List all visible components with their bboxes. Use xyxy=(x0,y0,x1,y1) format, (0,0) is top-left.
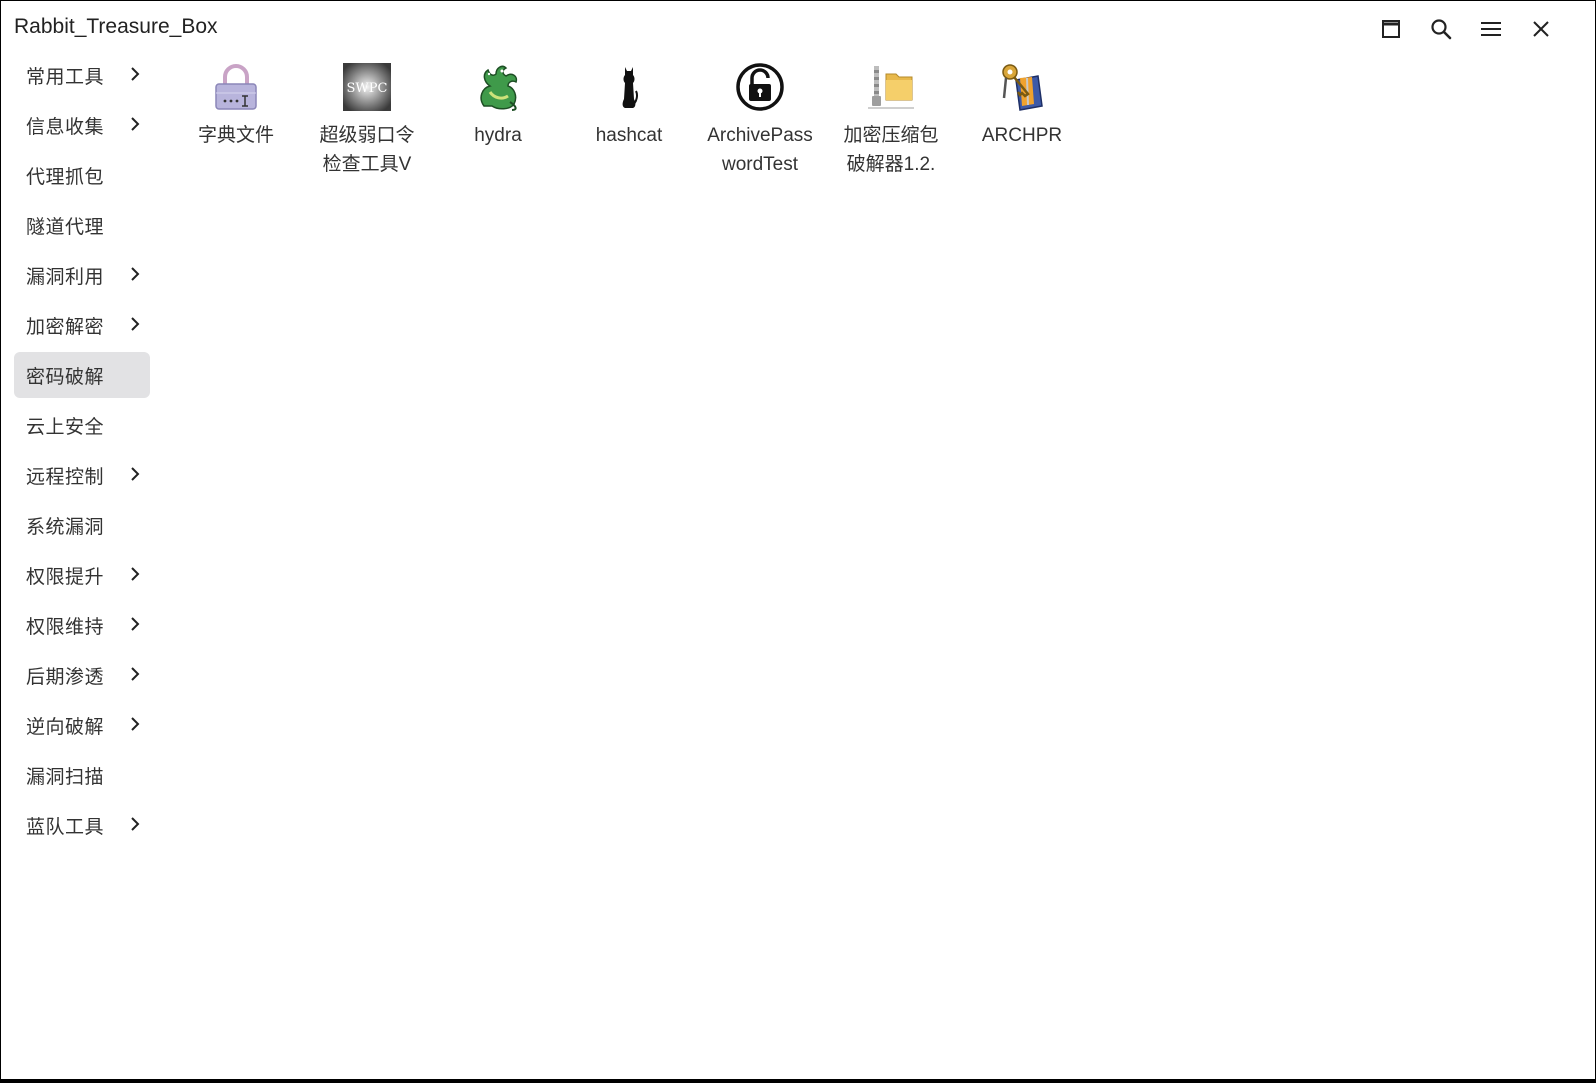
tool-grid: 字典文件 SWPC 超级弱口令检查工具V hydra hashcat Archi… xyxy=(181,61,1595,1079)
tool-label: 超级弱口令检查工具V xyxy=(319,125,415,175)
close-button[interactable] xyxy=(1523,11,1559,47)
zip-folder-icon xyxy=(865,61,917,113)
tool-tile-archive-password-test[interactable]: ArchivePasswordTest xyxy=(700,61,820,179)
chevron-right-icon xyxy=(131,267,140,281)
tool-tile-hashcat[interactable]: hashcat xyxy=(569,61,689,150)
window-title: Rabbit_Treasure_Box xyxy=(14,15,218,38)
tool-label: hydra xyxy=(474,125,522,146)
chevron-right-icon xyxy=(131,567,140,581)
sidebar-item-post-exploitation[interactable]: 后期渗透 xyxy=(14,652,150,698)
tool-tile-hydra[interactable]: hydra xyxy=(438,61,558,150)
chevron-right-icon xyxy=(131,67,140,81)
sidebar-item-label: 漏洞利用 xyxy=(26,265,105,288)
tool-label: 字典文件 xyxy=(197,125,274,146)
sidebar-item-label: 系统漏洞 xyxy=(26,515,105,538)
menu-button[interactable] xyxy=(1473,11,1509,47)
sidebar-item-vuln-scanning[interactable]: 漏洞扫描 xyxy=(14,752,150,798)
hashcat-cat-icon xyxy=(603,61,655,113)
chevron-right-icon xyxy=(131,667,140,681)
search-button[interactable] xyxy=(1423,11,1459,47)
close-icon xyxy=(1533,21,1549,37)
sidebar-item-info-gathering[interactable]: 信息收集 xyxy=(14,102,150,148)
unlocked-padlock-icon xyxy=(734,61,786,113)
hamburger-menu-icon xyxy=(1481,22,1501,36)
chevron-right-icon xyxy=(131,317,140,331)
sidebar-item-common-tools[interactable]: 常用工具 xyxy=(14,52,150,98)
sidebar-item-proxy-capture[interactable]: 代理抓包 xyxy=(14,152,150,198)
maximize-icon xyxy=(1382,20,1400,38)
tool-label: ArchivePasswordTest xyxy=(707,125,813,175)
tool-label: hashcat xyxy=(595,125,663,146)
sidebar-item-label: 后期渗透 xyxy=(26,665,105,688)
search-icon xyxy=(1431,19,1452,40)
chevron-right-icon xyxy=(131,617,140,631)
sidebar-item-tunnel-proxy[interactable]: 隧道代理 xyxy=(14,202,150,248)
chevron-right-icon xyxy=(131,717,140,731)
sidebar-item-label: 代理抓包 xyxy=(26,165,105,188)
sidebar-item-label: 加密解密 xyxy=(26,315,105,338)
sidebar-item-label: 逆向破解 xyxy=(26,715,105,738)
sidebar-item-privilege-escalation[interactable]: 权限提升 xyxy=(14,552,150,598)
sidebar-item-label: 信息收集 xyxy=(26,115,105,138)
tool-tile-swpc[interactable]: SWPC 超级弱口令检查工具V xyxy=(307,61,427,179)
sidebar-item-label: 云上安全 xyxy=(26,415,105,438)
archpr-keys-icon xyxy=(996,61,1048,113)
tool-label: ARCHPR xyxy=(981,125,1063,146)
sidebar-item-reverse-engineering[interactable]: 逆向破解 xyxy=(14,702,150,748)
sidebar-item-crypto[interactable]: 加密解密 xyxy=(14,302,150,348)
sidebar-item-exploits[interactable]: 漏洞利用 xyxy=(14,252,150,298)
sidebar-item-label: 密码破解 xyxy=(26,365,105,388)
sidebar-item-label: 常用工具 xyxy=(26,65,105,88)
chevron-right-icon xyxy=(131,817,140,831)
sidebar-item-system-vulns[interactable]: 系统漏洞 xyxy=(14,502,150,548)
sidebar-item-blue-team[interactable]: 蓝队工具 xyxy=(14,802,150,848)
sidebar-nav: 常用工具 信息收集 代理抓包 隧道代理 漏洞利用 加密解密 密码破解 云上安全 … xyxy=(14,52,150,852)
swpc-icon-text: SWPC xyxy=(347,81,388,96)
hydra-dragon-icon xyxy=(472,61,524,113)
tool-tile-zip-cracker[interactable]: 加密压缩包破解器1.2. xyxy=(831,61,951,179)
sidebar-item-cloud-security[interactable]: 云上安全 xyxy=(14,402,150,448)
sidebar-item-label: 隧道代理 xyxy=(26,215,105,238)
sidebar-item-label: 权限维持 xyxy=(26,615,105,638)
chevron-right-icon xyxy=(131,467,140,481)
tool-tile-archpr[interactable]: ARCHPR xyxy=(962,61,1082,150)
sidebar-item-label: 远程控制 xyxy=(26,465,105,488)
sidebar-item-password-cracking[interactable]: 密码破解 xyxy=(14,352,150,398)
sidebar-item-label: 蓝队工具 xyxy=(26,815,105,838)
sidebar-item-persistence[interactable]: 权限维持 xyxy=(14,602,150,648)
app-window: Rabbit_Treasure_Box 常用工具 信息收集 代理抓包 隧道代理 … xyxy=(1,1,1595,1079)
swpc-icon: SWPC xyxy=(341,61,393,113)
sidebar-item-remote-control[interactable]: 远程控制 xyxy=(14,452,150,498)
sidebar-item-label: 漏洞扫描 xyxy=(26,765,105,788)
chevron-right-icon xyxy=(131,117,140,131)
title-bar: Rabbit_Treasure_Box xyxy=(1,1,1595,57)
maximize-button[interactable] xyxy=(1373,11,1409,47)
tool-tile-dictionary[interactable]: 字典文件 xyxy=(176,61,296,150)
padlock-dictionary-icon xyxy=(210,61,262,113)
tool-label: 加密压缩包破解器1.2. xyxy=(843,125,939,175)
sidebar-item-label: 权限提升 xyxy=(26,565,105,588)
